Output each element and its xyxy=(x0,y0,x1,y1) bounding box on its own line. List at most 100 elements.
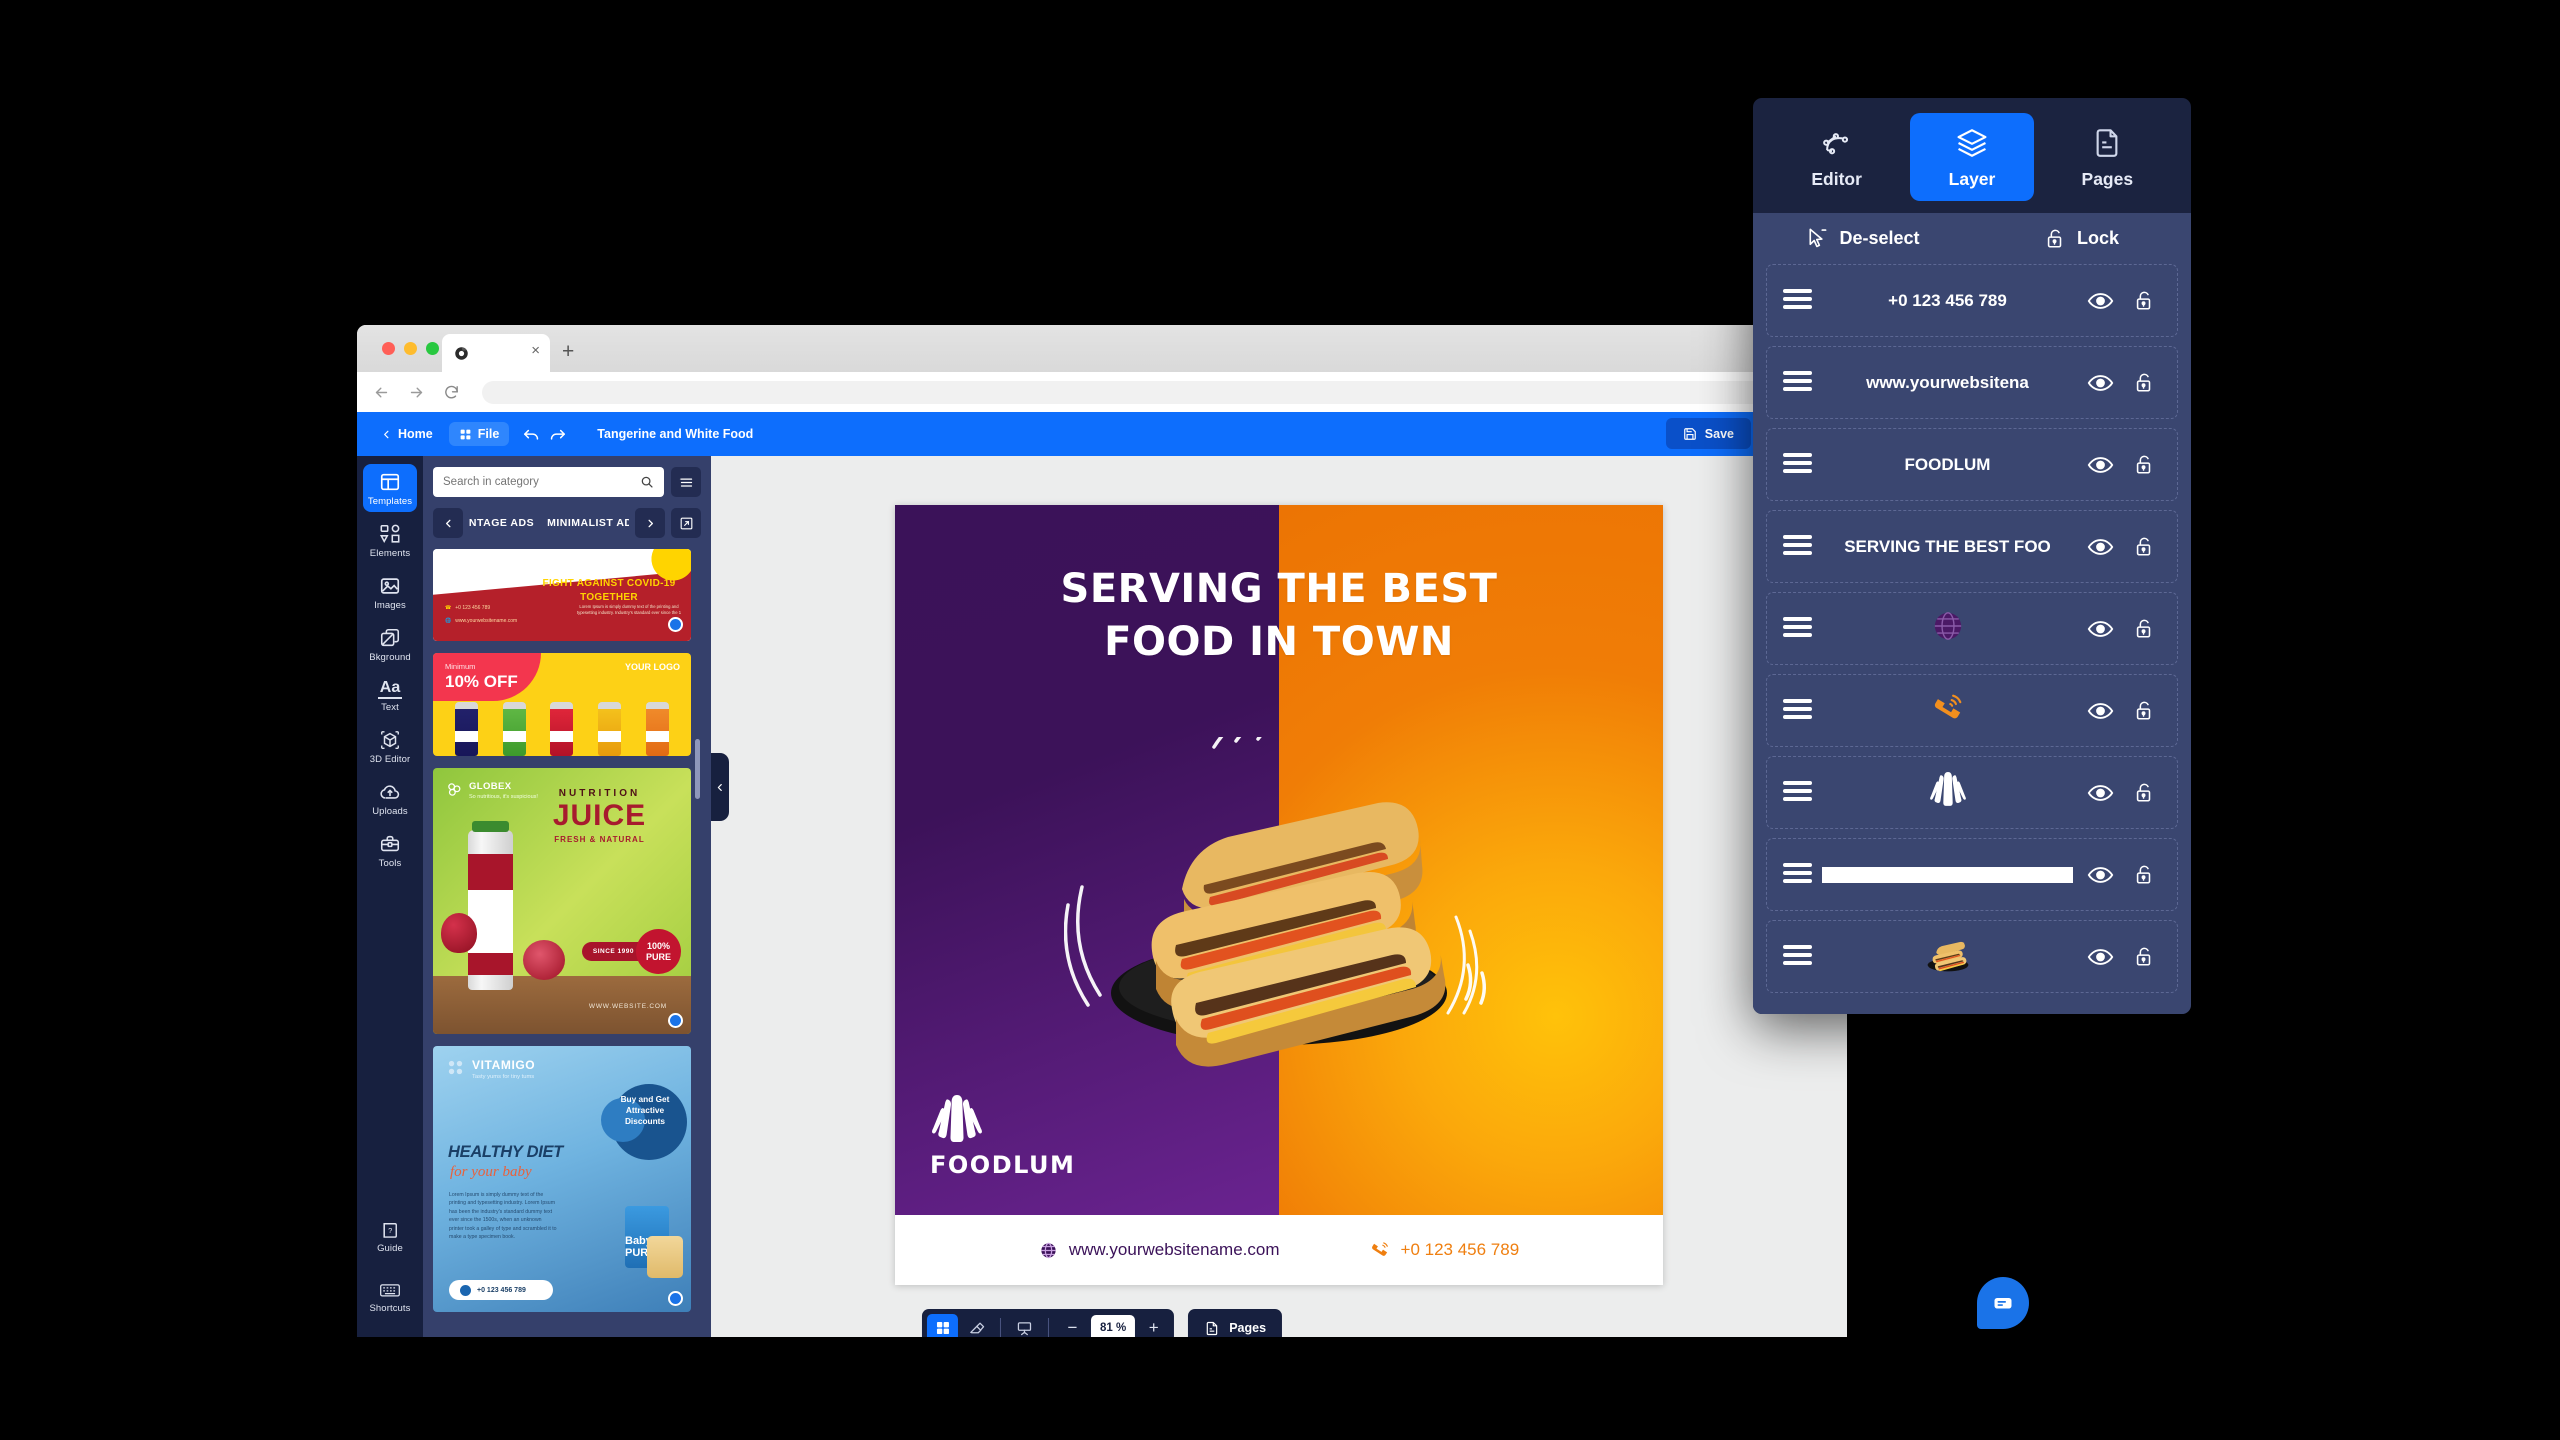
undo-icon[interactable] xyxy=(521,424,541,444)
unlock-icon[interactable] xyxy=(2127,452,2161,477)
ringing-phone-icon xyxy=(1934,694,1961,719)
layer-row-headline[interactable]: SERVING THE BEST FOO xyxy=(1766,510,2178,583)
eye-icon[interactable] xyxy=(2083,783,2117,803)
drag-handle-icon[interactable] xyxy=(1783,698,1812,723)
eye-icon[interactable] xyxy=(2083,865,2117,885)
chevron-left-icon xyxy=(717,783,722,791)
chat-bubble-icon xyxy=(1994,1298,2012,1309)
drag-handle-icon[interactable] xyxy=(1783,780,1812,805)
template-thumb-covid[interactable]: FIGHT AGAINST COVID-19 TOGETHER Lorem Ip… xyxy=(433,549,691,641)
expand-panel-button[interactable] xyxy=(671,508,701,538)
layer-row-phone-icon[interactable] xyxy=(1766,674,2178,747)
grid-icon[interactable] xyxy=(926,1313,958,1337)
category-tabs: VINTAGE ADS MINIMALIST ADS xyxy=(469,517,629,529)
list-view-icon[interactable] xyxy=(671,467,701,497)
drag-handle-icon[interactable] xyxy=(1783,944,1812,969)
new-tab-button[interactable]: + xyxy=(562,341,574,362)
template-thumb-nutrition-juice[interactable]: GLOBEX So nutritious, it's suspicious! N… xyxy=(433,768,691,1034)
tab-editor[interactable]: Editor xyxy=(1775,113,1898,201)
deselect-button[interactable]: De-select xyxy=(1753,226,1972,251)
unlock-icon[interactable] xyxy=(2127,288,2161,313)
thumb-diet-phone: +0 123 456 789 xyxy=(477,1286,526,1294)
unlock-icon[interactable] xyxy=(2127,780,2161,805)
drag-handle-icon[interactable] xyxy=(1783,862,1812,887)
unlock-icon[interactable] xyxy=(2127,698,2161,723)
layer-row-foodlum[interactable]: FOODLUM xyxy=(1766,428,2178,501)
eye-icon[interactable] xyxy=(2083,455,2117,475)
layer-row-thumb xyxy=(1822,691,2073,730)
tab-layer[interactable]: Layer xyxy=(1910,113,2034,201)
template-thumb-healthy-diet[interactable]: VITAMIGO Tasty yums for tiny tums Buy an… xyxy=(433,1046,691,1312)
sidebar-item-guide[interactable]: ? Guide xyxy=(363,1213,417,1259)
templates-scrollbar[interactable] xyxy=(695,739,700,799)
eye-icon[interactable] xyxy=(2083,291,2117,311)
chat-bubble-button[interactable] xyxy=(1977,1277,2029,1329)
save-button[interactable]: Save xyxy=(1665,418,1751,449)
browser-tab[interactable]: × xyxy=(442,334,550,372)
eye-icon[interactable] xyxy=(2083,947,2117,967)
collapse-panel-button[interactable] xyxy=(711,753,729,821)
reload-icon[interactable] xyxy=(441,382,461,402)
sidebar-item-templates[interactable]: Templates xyxy=(363,464,417,512)
drag-handle-icon[interactable] xyxy=(1783,616,1812,641)
layer-panel: Editor Layer Pages De-select Lock +0 123… xyxy=(1753,98,2191,1014)
forward-arrow-icon[interactable] xyxy=(406,382,426,402)
drag-handle-icon[interactable] xyxy=(1783,534,1812,559)
lock-button[interactable]: Lock xyxy=(1972,226,2191,251)
category-tab-minimalist[interactable]: MINIMALIST ADS xyxy=(547,517,629,529)
eraser-icon[interactable] xyxy=(961,1314,992,1338)
url-input[interactable] xyxy=(482,380,1833,404)
presentation-icon[interactable] xyxy=(1009,1314,1040,1338)
images-icon xyxy=(380,578,400,594)
search-icon[interactable] xyxy=(636,471,658,493)
layer-row-phone[interactable]: +0 123 456 789 xyxy=(1766,264,2178,337)
eye-icon[interactable] xyxy=(2083,701,2117,721)
sidebar-item-text[interactable]: Aa Text xyxy=(363,672,417,718)
category-prev-button[interactable] xyxy=(433,508,463,538)
category-next-button[interactable] xyxy=(635,508,665,538)
unlock-icon[interactable] xyxy=(2127,616,2161,641)
minimize-window-button[interactable] xyxy=(404,342,417,355)
sidebar-item-images[interactable]: Images xyxy=(363,568,417,616)
sidebar-item-elements[interactable]: Elements xyxy=(363,516,417,564)
layer-row-sandwich[interactable] xyxy=(1766,920,2178,993)
search-input[interactable] xyxy=(443,476,636,488)
eye-icon[interactable] xyxy=(2083,537,2117,557)
sidebar-item-tools[interactable]: Tools xyxy=(363,826,417,874)
home-button[interactable]: Home xyxy=(371,422,443,446)
thumb-diet-tagline: Tasty yums for tiny tums xyxy=(472,1074,535,1080)
unlock-icon[interactable] xyxy=(2127,370,2161,395)
eye-icon[interactable] xyxy=(2083,619,2117,639)
category-tab-vintage[interactable]: VINTAGE ADS xyxy=(469,517,534,529)
maximize-window-button[interactable] xyxy=(426,342,439,355)
close-tab-icon[interactable]: × xyxy=(531,343,540,358)
back-arrow-icon[interactable] xyxy=(371,382,391,402)
pages-button[interactable]: Pages xyxy=(1188,1309,1283,1337)
sidebar-item-3d-editor[interactable]: 3D Editor xyxy=(363,722,417,770)
tab-pages[interactable]: Pages xyxy=(2046,113,2169,201)
drag-handle-icon[interactable] xyxy=(1783,370,1812,395)
layer-row-whitebar[interactable] xyxy=(1766,838,2178,911)
cube-icon xyxy=(381,731,399,750)
drag-handle-icon[interactable] xyxy=(1783,452,1812,477)
layer-row-shell[interactable] xyxy=(1766,756,2178,829)
drag-handle-icon[interactable] xyxy=(1783,288,1812,313)
layer-row-globe[interactable] xyxy=(1766,592,2178,665)
zoom-out-button[interactable]: − xyxy=(1057,1314,1088,1337)
file-button[interactable]: File xyxy=(448,422,510,446)
sidebar-item-shortcuts[interactable]: Shortcuts xyxy=(363,1273,417,1319)
zoom-in-button[interactable]: + xyxy=(1138,1314,1169,1337)
poster-canvas[interactable]: SERVING THE BEST FOOD IN TOWN FOODLUM ww… xyxy=(895,505,1663,1285)
unlock-icon[interactable] xyxy=(2127,534,2161,559)
sidebar-item-bkground[interactable]: Bkground xyxy=(363,620,417,668)
redo-icon[interactable] xyxy=(547,424,567,444)
sidebar-item-uploads[interactable]: Uploads xyxy=(363,774,417,822)
close-window-button[interactable] xyxy=(382,342,395,355)
search-box[interactable] xyxy=(433,467,664,497)
template-thumb-juice-offer[interactable]: Minimum 10% OFF YOUR LOGO xyxy=(433,653,691,756)
unlock-icon[interactable] xyxy=(2127,862,2161,887)
unlock-icon[interactable] xyxy=(2127,944,2161,969)
zoom-level[interactable]: 81 % xyxy=(1090,1314,1136,1337)
eye-icon[interactable] xyxy=(2083,373,2117,393)
layer-row-website[interactable]: www.yourwebsitena xyxy=(1766,346,2178,419)
